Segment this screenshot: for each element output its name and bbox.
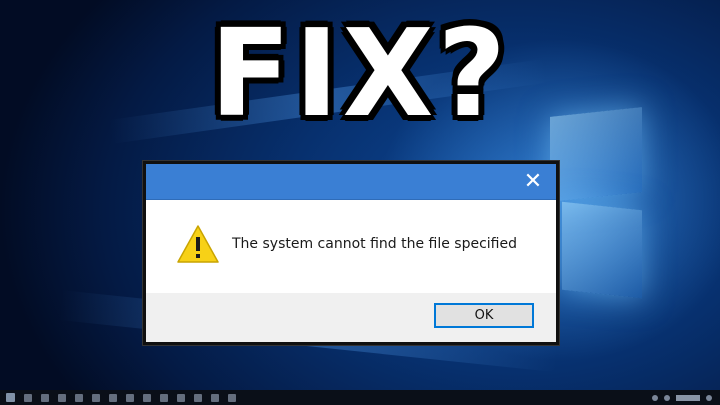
- app-icon[interactable]: [75, 393, 83, 402]
- taskbar: [0, 390, 720, 405]
- app-icon[interactable]: [211, 393, 219, 402]
- search-icon[interactable]: [24, 393, 32, 402]
- app-icon[interactable]: [143, 393, 151, 402]
- dialog-body: The system cannot find the file specifie…: [146, 200, 556, 293]
- close-icon: ✕: [523, 169, 543, 194]
- headline-text: FIX?: [210, 2, 510, 144]
- app-icon[interactable]: [58, 393, 66, 402]
- clock[interactable]: [676, 394, 700, 401]
- start-icon[interactable]: [6, 393, 15, 402]
- network-icon[interactable]: [652, 394, 658, 401]
- volume-icon[interactable]: [664, 394, 670, 401]
- notification-icon[interactable]: [706, 394, 712, 401]
- app-icon[interactable]: [126, 393, 134, 402]
- app-icon[interactable]: [194, 393, 202, 402]
- system-tray: [652, 394, 712, 401]
- warning-icon: [177, 225, 219, 263]
- app-icon[interactable]: [109, 393, 117, 402]
- ok-button[interactable]: OK: [434, 303, 534, 328]
- app-icon[interactable]: [160, 393, 168, 402]
- task-view-icon[interactable]: [41, 393, 49, 402]
- app-icon[interactable]: [177, 393, 185, 402]
- dialog-titlebar[interactable]: ✕: [146, 164, 556, 200]
- dialog-footer: OK: [146, 293, 556, 342]
- dialog-message: The system cannot find the file specifie…: [232, 236, 518, 252]
- close-button[interactable]: ✕: [520, 169, 546, 195]
- windows-logo-pane: [562, 201, 642, 299]
- error-dialog: ✕ The system cannot find the file specif…: [143, 161, 559, 345]
- app-icon[interactable]: [228, 393, 236, 402]
- app-icon[interactable]: [92, 393, 100, 402]
